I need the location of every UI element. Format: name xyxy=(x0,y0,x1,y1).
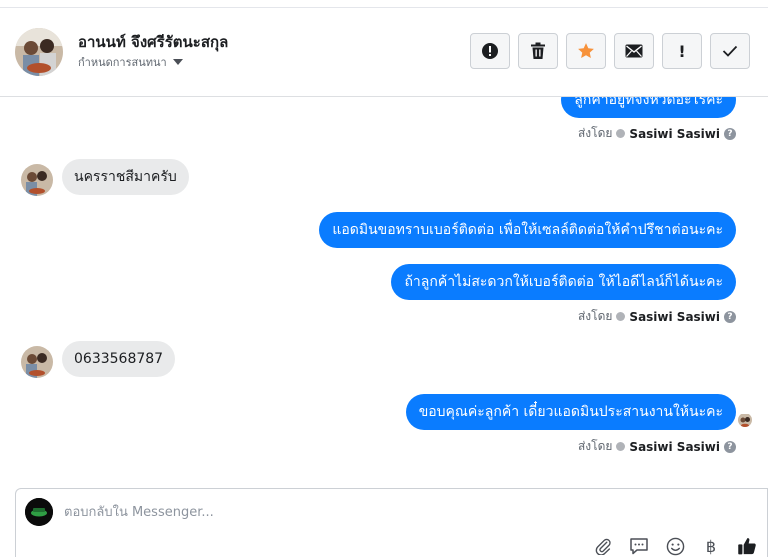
payment-button[interactable]: ฿ xyxy=(701,536,721,556)
trash-icon xyxy=(531,42,545,59)
contact-name[interactable]: อานนท์ จึงศรีรัตนะสกุล xyxy=(78,30,228,54)
sent-by-label: ส่งโดย Sasiwi Sasiwi ? xyxy=(578,124,736,143)
seen-avatar xyxy=(738,413,752,427)
saved-replies-button[interactable] xyxy=(629,536,649,556)
sender-name: Sasiwi Sasiwi xyxy=(629,439,720,454)
composer-tools: ฿ xyxy=(593,536,757,556)
envelope-icon xyxy=(625,44,643,58)
flag-button[interactable]: ! xyxy=(662,33,702,69)
sent-by-label: ส่งโดย Sasiwi Sasiwi ? xyxy=(578,437,736,456)
window-top-edge xyxy=(0,0,768,8)
attach-button[interactable] xyxy=(593,536,613,556)
baht-icon: ฿ xyxy=(705,536,717,556)
conversation-toolbar: ! xyxy=(470,33,750,69)
message-bubble-outgoing: ขอบคุณค่ะลูกค้า เดี๋ยวแอดมินประสานงานให้… xyxy=(405,394,736,430)
sent-by-label: ส่งโดย Sasiwi Sasiwi ? xyxy=(578,307,736,326)
message-bubble-outgoing: ลูกค้าอยู่ที่จังหวัดอะไรคะ xyxy=(561,97,736,118)
message-bubble-incoming: นครราชสีมาครับ xyxy=(62,159,189,195)
sender-status-icon xyxy=(616,312,626,321)
assign-conversation-dropdown[interactable]: กำหนดการสนทนา xyxy=(78,53,183,71)
contact-avatar[interactable] xyxy=(15,28,63,76)
contact-avatar-small xyxy=(21,346,53,378)
assign-label: กำหนดการสนทนา xyxy=(78,56,167,69)
message-bubble-outgoing: แอดมินขอทราบเบอร์ติดต่อ เพื่อให้เซลล์ติด… xyxy=(319,212,736,248)
message-bubble-incoming: 0633568787 xyxy=(62,341,176,377)
message-thread[interactable]: ลูกค้าอยู่ที่จังหวัดอะไรคะ ส่งโดย Sasiwi… xyxy=(0,97,768,487)
help-icon[interactable]: ? xyxy=(724,440,736,453)
check-icon xyxy=(722,45,738,57)
star-icon xyxy=(578,43,594,59)
sender-name: Sasiwi Sasiwi xyxy=(629,126,720,141)
delete-button[interactable] xyxy=(518,33,558,69)
caret-down-icon xyxy=(172,59,183,65)
smiley-icon xyxy=(666,537,684,555)
thumbs-up-icon xyxy=(738,538,756,555)
reply-composer: ฿ xyxy=(15,488,768,557)
message-bubble-outgoing: ถ้าลูกค้าไม่สะดวกให้เบอร์ติดต่อ ให้ไอดีไ… xyxy=(391,264,736,300)
help-icon[interactable]: ? xyxy=(724,127,736,140)
emoji-button[interactable] xyxy=(665,536,685,556)
sender-status-icon xyxy=(616,442,626,451)
alert-circle-icon xyxy=(482,43,498,59)
contact-avatar-small xyxy=(21,164,53,196)
like-button[interactable] xyxy=(737,536,757,556)
paperclip-icon xyxy=(595,538,611,555)
mark-spam-button[interactable] xyxy=(470,33,510,69)
speech-bubble-icon xyxy=(630,538,648,555)
sender-name: Sasiwi Sasiwi xyxy=(629,309,720,324)
exclamation-icon: ! xyxy=(678,41,686,61)
sender-status-icon xyxy=(616,129,626,138)
reply-input[interactable] xyxy=(64,501,664,523)
done-button[interactable] xyxy=(710,33,750,69)
star-button[interactable] xyxy=(566,33,606,69)
mark-unread-button[interactable] xyxy=(614,33,654,69)
help-icon[interactable]: ? xyxy=(724,310,736,323)
conversation-header: อานนท์ จึงศรีรัตนะสกุล กำหนดการสนทนา ! xyxy=(0,8,768,97)
page-avatar xyxy=(25,498,53,526)
